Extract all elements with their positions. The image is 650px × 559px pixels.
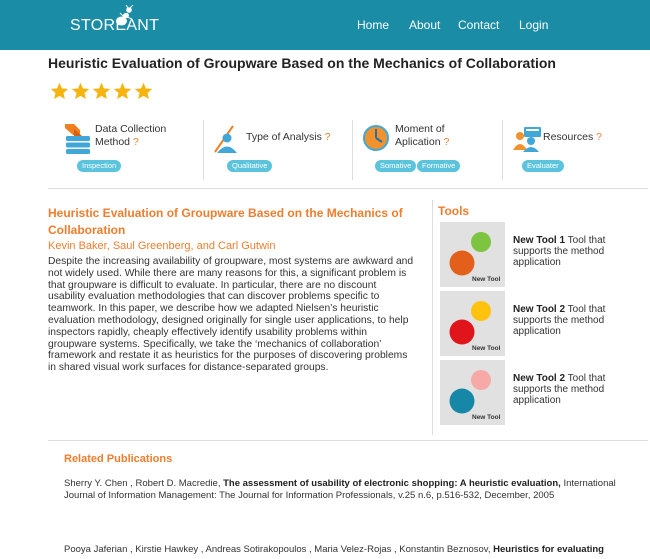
article-title: Heuristic Evaluation of Groupware Based … [48,206,403,237]
badge-evaluater[interactable]: Evaluater [522,160,564,172]
tool-thumbnail[interactable]: New Tool [440,291,505,356]
data-collection-icon [65,124,91,159]
help-link[interactable]: ? [325,131,331,143]
group-icon [512,126,542,157]
divider [48,188,648,189]
star-icon[interactable] [92,82,111,100]
category-label-line: Method ? [95,136,166,149]
publication-authors: Pooya Jaferian , Kirstie Hawkey , Andrea… [64,544,491,555]
publication-item: Sherry Y. Chen , Robert D. Macredie, The… [64,478,648,501]
nav-contact[interactable]: Contact [458,18,499,32]
badge-qualitative[interactable]: Qualitative [227,160,273,172]
star-icon[interactable] [134,82,153,100]
tool-thumbnail[interactable]: New Tool [440,222,505,287]
tool-description: New Tool 1 Tool that supports the method… [513,235,631,268]
help-link[interactable]: ? [596,131,602,143]
category-separator [352,120,353,180]
analysis-person-icon [212,124,242,159]
category-resources: Resources ? Evaluater [507,118,649,180]
category-label: Type of Analysis ? [246,131,331,144]
help-link[interactable]: ? [133,136,139,148]
category-label: Data Collection Method ? [95,123,166,149]
nav-about[interactable]: About [409,18,440,32]
category-label-text: Method [95,136,131,148]
article-abstract: Despite the increasing availability of g… [48,256,414,374]
thumbnail-label: New Tool [472,276,501,283]
category-label: Resources ? [543,131,602,144]
publication-item: Pooya Jaferian , Kirstie Hawkey , Andrea… [64,544,648,559]
category-label: Moment of Aplication ? [395,123,449,149]
category-type-of-analysis: Type of Analysis ? Qualitative [208,118,350,180]
category-label-line: Data Collection [95,123,167,135]
publication-authors: Sherry Y. Chen , Robert D. Macredie, [64,478,221,489]
tools-heading: Tools [438,204,470,218]
tool-description: New Tool 2 Tool that supports the method… [513,304,631,337]
star-icon[interactable] [50,82,69,100]
category-separator [502,120,503,180]
badge-formative[interactable]: Formative [417,160,461,172]
article-authors: Kevin Baker, Saul Greenberg, and Carl Gu… [48,240,276,252]
star-icon[interactable] [71,82,90,100]
divider [48,440,648,441]
column-separator [432,200,433,435]
badge-inspection[interactable]: Inspection [77,160,122,172]
category-label-text: Aplication [395,136,441,148]
tool-description: New Tool 2 Tool that supports the method… [513,373,631,406]
ant-icon [114,4,136,27]
thumbnail-label: New Tool [472,345,501,352]
page-title: Heuristic Evaluation of Groupware Based … [48,55,556,71]
badge-somative[interactable]: Somative [375,160,417,172]
category-label-text: Resources [543,131,594,143]
category-separator [203,120,204,180]
category-data-collection: Data Collection Method ? Inspection [60,118,202,180]
clock-icon [362,124,390,157]
category-label-text: Type of Analysis [246,131,322,143]
related-publications-heading: Related Publications [64,453,173,465]
category-moment-of-application: Moment of Aplication ? Somative Formativ… [357,118,499,180]
nav-home[interactable]: Home [357,18,389,32]
tool-thumbnail[interactable]: New Tool [440,360,505,425]
publication-title-link[interactable]: The assessment of usability of electroni… [223,478,561,489]
star-icon[interactable] [113,82,132,100]
tool-name-link[interactable]: New Tool 2 [513,373,565,384]
nav-login[interactable]: Login [519,18,548,32]
category-label-line: Aplication ? [395,136,449,149]
category-label-line: Moment of [395,123,445,135]
help-link[interactable]: ? [443,136,449,148]
tool-name-link[interactable]: New Tool 1 [513,235,565,246]
thumbnail-label: New Tool [472,414,501,421]
tool-name-link[interactable]: New Tool 2 [513,304,565,315]
publication-title-link[interactable]: Heuristics for evaluating [493,544,604,555]
